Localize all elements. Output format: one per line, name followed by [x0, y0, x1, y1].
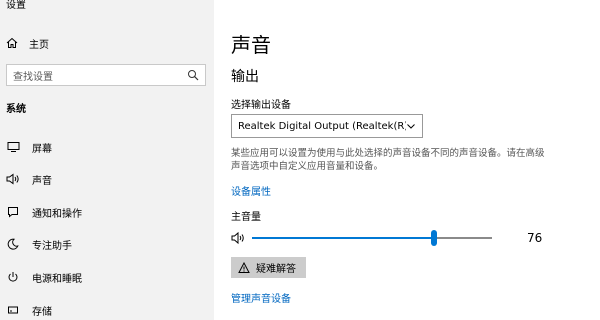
sidebar-item-display[interactable]: 屏幕 — [0, 138, 214, 156]
output-description: 某些应用可以设置为使用与此处选择的声音设备不同的声音设备。请在高级声音选项中自定… — [231, 148, 545, 172]
speaker-volume-icon[interactable] — [231, 231, 247, 245]
volume-row: 76 — [231, 230, 561, 246]
sidebar-item-focus-assist[interactable]: 专注助手 — [0, 235, 214, 253]
section-label-system: 系统 — [6, 104, 26, 115]
sidebar-item-label: 专注助手 — [32, 240, 72, 252]
sidebar-item-storage[interactable]: 存储 — [0, 301, 214, 319]
sidebar-item-label: 存储 — [32, 306, 52, 318]
sidebar-item-notifications[interactable]: 通知和操作 — [0, 203, 214, 221]
app-title: 设置 — [6, 0, 26, 11]
volume-thumb[interactable] — [431, 230, 437, 246]
output-section-title: 输出 — [231, 69, 259, 85]
speaker-icon — [6, 172, 20, 186]
moon-icon — [6, 237, 20, 251]
volume-value: 76 — [527, 231, 543, 245]
notification-icon — [6, 205, 20, 219]
sidebar-item-label: 电源和睡眠 — [32, 273, 82, 285]
main-content: 声音 输出 选择输出设备 Realtek Digital Output (Rea… — [214, 0, 600, 320]
sidebar-item-power[interactable]: 电源和睡眠 — [0, 268, 214, 286]
page-title: 声音 — [231, 33, 271, 57]
monitor-icon — [6, 140, 20, 154]
storage-icon — [6, 303, 20, 317]
troubleshoot-button[interactable]: 疑难解答 — [231, 257, 306, 278]
home-nav[interactable]: 主页 — [6, 35, 49, 51]
manage-sound-devices-link[interactable]: 管理声音设备 — [231, 290, 291, 305]
output-device-value: Realtek Digital Output (Realtek(R) A... — [238, 120, 406, 132]
power-icon — [6, 270, 20, 284]
output-device-label: 选择输出设备 — [231, 100, 291, 111]
search-box[interactable]: 查找设置 — [6, 64, 206, 86]
warning-icon — [238, 261, 250, 274]
home-icon — [6, 37, 18, 49]
device-properties-link[interactable]: 设备属性 — [231, 183, 271, 198]
chevron-down-icon — [406, 121, 416, 131]
output-device-dropdown[interactable]: Realtek Digital Output (Realtek(R) A... — [231, 114, 423, 138]
volume-fill — [252, 237, 434, 239]
sidebar-item-label: 声音 — [32, 175, 52, 187]
sidebar-item-sound[interactable]: 声音 — [0, 170, 214, 188]
search-icon[interactable] — [187, 69, 199, 81]
sidebar-item-label: 屏幕 — [32, 143, 52, 155]
sidebar: 设置 主页 查找设置 系统 屏幕 声音 通知和操作 专注助手 电源和睡眠 存储 — [0, 0, 214, 320]
troubleshoot-label: 疑难解答 — [256, 264, 296, 275]
master-volume-label: 主音量 — [231, 212, 261, 223]
home-label: 主页 — [29, 39, 49, 51]
volume-slider[interactable] — [252, 230, 492, 246]
search-input[interactable]: 查找设置 — [13, 68, 187, 83]
sidebar-item-label: 通知和操作 — [32, 208, 82, 220]
